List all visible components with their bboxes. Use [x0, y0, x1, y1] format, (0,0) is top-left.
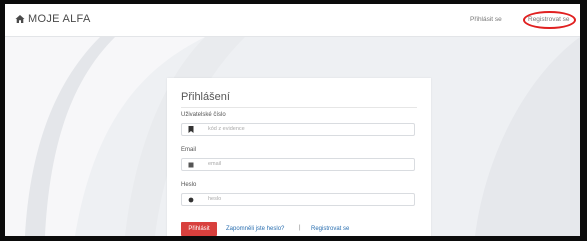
screenshot-frame: MOJE ALFA Přihlásit se Registrovat se Př…: [0, 0, 587, 241]
asterisk-icon: [182, 194, 200, 205]
email-label: Email: [181, 147, 197, 153]
password-placeholder: heslo: [208, 196, 222, 202]
link-separator: |: [299, 225, 301, 231]
brand-name: MOJE ALFA: [28, 13, 91, 25]
username-field[interactable]: kód z evidence: [181, 123, 415, 136]
title-divider: [181, 107, 417, 108]
red-highlight-circle: [523, 11, 576, 29]
top-navbar: MOJE ALFA Přihlásit se Registrovat se: [5, 4, 580, 37]
password-field[interactable]: heslo: [181, 193, 415, 206]
register-link[interactable]: Registrovat se: [311, 226, 349, 232]
username-label: Uživatelské číslo: [181, 112, 226, 118]
login-button[interactable]: Přihlásit: [181, 222, 217, 236]
password-label: Heslo: [181, 182, 197, 188]
home-icon: [15, 14, 25, 24]
forgot-password-link[interactable]: Zapomněli jste heslo?: [226, 226, 284, 232]
nav-login-link[interactable]: Přihlásit se: [470, 16, 502, 23]
username-placeholder: kód z evidence: [208, 126, 245, 132]
app-window: MOJE ALFA Přihlásit se Registrovat se Př…: [5, 4, 580, 236]
login-title: Přihlášení: [181, 91, 230, 103]
brand-logo[interactable]: MOJE ALFA: [15, 13, 91, 25]
bookmark-icon: [182, 124, 200, 135]
email-placeholder: email: [208, 161, 222, 167]
email-field[interactable]: email: [181, 158, 415, 171]
envelope-icon: [182, 159, 200, 170]
login-card: Přihlášení Uživatelské číslo kód z evide…: [167, 78, 431, 236]
